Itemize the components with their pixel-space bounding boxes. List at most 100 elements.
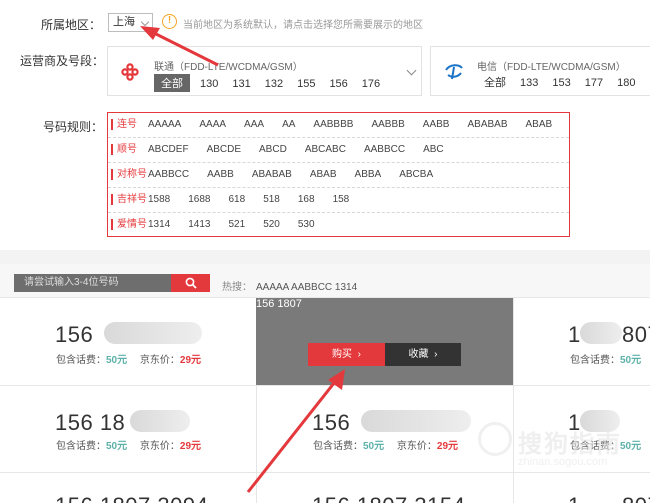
rule-category[interactable]: 爱情号 — [111, 219, 147, 230]
rule-item[interactable]: 518 — [263, 194, 280, 205]
rule-item[interactable]: 158 — [333, 194, 350, 205]
segment-all-unicom[interactable]: 全部 — [154, 74, 190, 92]
phone-number: 156 1807 3154 — [312, 493, 465, 503]
rule-item[interactable]: ABCDE — [207, 144, 241, 155]
segment-131[interactable]: 131 — [232, 78, 250, 90]
rule-item[interactable]: AABBB — [371, 119, 404, 130]
rule-item[interactable]: AA — [282, 119, 295, 130]
rule-item[interactable]: 530 — [298, 219, 315, 230]
number-card-hovered[interactable]: 156 1807 购买 › 收藏 › — [256, 298, 513, 385]
rule-item[interactable]: AABB — [207, 169, 234, 180]
rule-item[interactable]: ABC — [423, 144, 444, 155]
number-card[interactable]: 156 包含话费：50元 京东价：29元 — [0, 298, 256, 385]
segment-155[interactable]: 155 — [297, 78, 315, 90]
rule-item[interactable]: AAAAA — [148, 119, 181, 130]
rule-item[interactable]: ABCBA — [399, 169, 433, 180]
rule-item[interactable]: ABABAB — [252, 169, 292, 180]
phone-number-tail: 807 — [622, 493, 650, 503]
rule-item[interactable]: AABBCC — [364, 144, 405, 155]
rule-item[interactable]: 521 — [229, 219, 246, 230]
phone-number: 156 1807 3094 — [55, 493, 208, 503]
search-button[interactable] — [171, 274, 210, 292]
rule-category[interactable]: 连号 — [111, 119, 137, 130]
rule-item[interactable]: AAAA — [199, 119, 226, 130]
rule-row: 对称号 AABBCC AABB ABABAB ABAB ABBA ABCBA — [108, 163, 569, 188]
rule-item[interactable]: AABBCC — [148, 169, 189, 180]
watermark-url: zhinan.sogou.com — [518, 456, 608, 468]
segment-all-telecom[interactable]: 全部 — [484, 74, 506, 90]
unicom-logo-icon — [121, 63, 139, 81]
telecom-logo-icon — [445, 64, 463, 80]
rule-item[interactable]: AAA — [244, 119, 264, 130]
rule-item[interactable]: ABBA — [355, 169, 382, 180]
rule-item[interactable]: AABBBB — [313, 119, 353, 130]
rule-row: 连号 AAAAA AAAA AAA AA AABBBB AABBB AABB ABABAB ABA… — [108, 113, 569, 138]
rule-category[interactable]: 对称号 — [111, 169, 147, 180]
hot-search-value[interactable]: AAAAA AABBCC 1314 — [256, 282, 357, 293]
rule-item[interactable]: AABB — [423, 119, 450, 130]
buy-button[interactable]: 购买 › — [308, 343, 385, 366]
favorite-button[interactable]: 收藏 › — [385, 343, 461, 366]
rule-row: 爱情号 1314 1413 521 520 530 — [108, 213, 569, 238]
segment-180[interactable]: 180 — [617, 77, 635, 89]
blurred-digits — [361, 410, 471, 432]
rule-items: ABCDEF ABCDE ABCD ABCABC AABBCC ABC — [148, 144, 462, 155]
card-meta: 包含话费：50元 — [570, 355, 642, 366]
rule-item[interactable]: ABAB — [310, 169, 337, 180]
carrier-name-unicom: 联通（FDD-LTE/WCDMA/GSM） — [154, 62, 303, 73]
number-card[interactable]: 1 807 包含话费：50元 — [514, 298, 650, 385]
rule-item[interactable]: ABCABC — [305, 144, 346, 155]
rule-items: AABBCC AABB ABABAB ABAB ABBA ABCBA — [148, 169, 451, 180]
rule-item[interactable]: 1688 — [188, 194, 210, 205]
rule-item[interactable]: 1413 — [188, 219, 210, 230]
region-notice: 当前地区为系统默认，请点击选择您所需要展示的地区 — [183, 20, 423, 31]
phone-number: 156 — [55, 322, 94, 347]
rule-items: 1314 1413 521 520 530 — [148, 219, 333, 230]
rule-item[interactable]: ABCD — [259, 144, 287, 155]
rule-item[interactable]: 1588 — [148, 194, 170, 205]
rule-item[interactable]: 168 — [298, 194, 315, 205]
segment-133[interactable]: 133 — [520, 77, 538, 89]
segment-153[interactable]: 153 — [552, 77, 570, 89]
number-rules-table: 连号 AAAAA AAAA AAA AA AABBBB AABBB AABB ABABAB ABA… — [107, 112, 570, 237]
blurred-digits — [130, 410, 190, 432]
blurred-digits — [104, 322, 202, 344]
rule-item[interactable]: 618 — [229, 194, 246, 205]
phone-number: 156 18 — [55, 410, 126, 435]
number-card[interactable]: 156 18 包含话费：50元 京东价：29元 — [0, 386, 256, 472]
chevron-down-icon[interactable] — [406, 65, 417, 76]
card-meta: 包含话费：50元 京东价：29元 — [56, 355, 202, 366]
phone-number: 1 — [568, 322, 581, 347]
rule-category[interactable]: 吉祥号 — [111, 194, 147, 205]
rule-item[interactable]: ABCDEF — [148, 144, 189, 155]
phone-number: 1 — [568, 493, 581, 503]
segment-176[interactable]: 176 — [362, 78, 380, 90]
phone-number: 156 1807 — [256, 298, 302, 310]
rule-items: 1588 1688 618 518 168 158 — [148, 194, 367, 205]
rules-label: 号码规则： — [43, 120, 104, 134]
number-card[interactable]: 156 1807 3094 — [0, 473, 256, 503]
rule-item[interactable]: 520 — [263, 219, 280, 230]
region-select[interactable]: 上海 — [108, 13, 153, 32]
hot-search: 热搜： AAAAA AABBCC 1314 — [222, 278, 357, 293]
chevron-down-icon — [140, 17, 150, 27]
segment-132[interactable]: 132 — [265, 78, 283, 90]
search-input[interactable]: 请尝试输入3-4位号码 — [14, 274, 171, 292]
phone-number-tail: 807 — [622, 322, 650, 347]
segment-130[interactable]: 130 — [200, 78, 218, 90]
rule-category[interactable]: 顺号 — [111, 144, 137, 155]
rule-item[interactable]: ABAB — [526, 119, 553, 130]
segment-156[interactable]: 156 — [329, 78, 347, 90]
rule-item[interactable]: 1314 — [148, 219, 170, 230]
carrier-panel-unicom: 联通（FDD-LTE/WCDMA/GSM） 全部 130 131 132 155 156 1… — [107, 46, 422, 96]
search-bar: 请尝试输入3-4位号码 热搜： AAAAA AABBCC 1314 — [0, 264, 650, 298]
card-meta: 包含话费：50元 京东价：29元 — [313, 441, 459, 452]
region-select-value: 上海 — [113, 16, 135, 28]
watermark: 搜狗指南 zhinan.sogou.com — [470, 410, 650, 480]
section-divider — [0, 250, 650, 264]
segment-177[interactable]: 177 — [585, 77, 603, 89]
rule-item[interactable]: ABABAB — [467, 119, 507, 130]
rule-items: AAAAA AAAA AAA AA AABBBB AABBB AABB ABABAB ABAB — [148, 119, 570, 130]
watermark-title: 搜狗指南 — [518, 431, 622, 458]
rule-row: 吉祥号 1588 1688 618 518 168 158 — [108, 188, 569, 213]
